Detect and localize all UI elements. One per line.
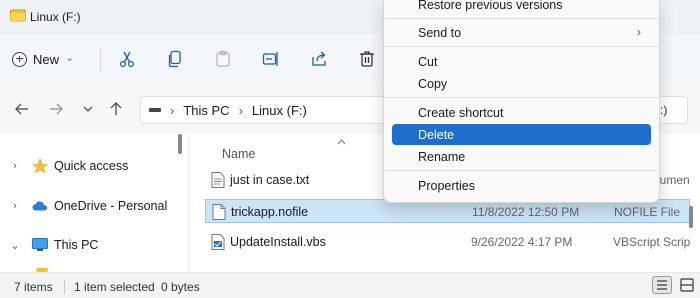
new-label: New [33,51,60,67]
breadcrumb-linux-drive[interactable]: Linux (F:) [252,103,307,118]
chevron-down-icon: ⌄ [65,51,75,64]
sort-up-icon [337,137,346,147]
arrow-right-icon [50,103,63,115]
copy-button[interactable] [163,47,187,71]
column-header-name[interactable]: Name [222,147,255,161]
text-file-icon [211,172,225,188]
window-title: Linux (F:) [30,10,81,24]
paste-button[interactable] [211,47,235,71]
file-name: just in case.txt [230,173,310,187]
tiles-view-icon [680,278,694,292]
menu-separator [385,170,658,171]
navigation-pane: › Quick access › OneDrive - Personal ⌄ T… [0,134,188,272]
menu-item-rename[interactable]: Rename [392,146,651,167]
status-divider [64,280,65,294]
rename-button[interactable] [259,47,283,71]
menu-separator [385,18,658,19]
nav-item-this-pc[interactable]: ⌄ This PC [0,234,98,256]
up-button[interactable] [106,99,126,119]
paste-icon [216,50,230,67]
menu-item-delete[interactable]: Delete [392,124,651,145]
status-selected-count: 1 item selected [74,280,155,294]
chevron-right-icon[interactable]: › [8,200,22,212]
chevron-down-icon [83,106,93,112]
menu-separator [385,97,658,98]
nav-item-label: OneDrive - Personal [54,199,168,213]
back-button[interactable] [12,99,32,119]
file-type: NOFILE File [614,205,681,219]
nav-pane-scrollbar[interactable] [178,134,182,154]
menu-item-properties[interactable]: Properties [392,175,651,196]
file-name: trickapp.nofile [231,205,309,219]
status-item-count: 7 items [14,280,53,294]
menu-item-copy[interactable]: Copy [392,73,651,94]
status-bar: 7 items 1 item selected 0 bytes [0,272,700,298]
status-selected-size: 0 bytes [161,280,200,294]
menu-item-cut[interactable]: Cut [392,51,651,72]
new-button[interactable]: New ⌄ [12,47,74,71]
file-row[interactable]: UpdateInstall.vbs 9/26/2022 4:17 PM VBSc… [205,230,690,254]
nav-item-label: This PC [54,238,99,252]
delete-button[interactable] [355,47,379,71]
copy-icon [168,50,181,68]
share-icon [312,51,326,66]
scissors-icon [119,51,135,68]
nav-item-quick-access[interactable]: › Quick access [0,155,128,177]
forward-button[interactable] [46,99,66,119]
nav-item-onedrive[interactable]: › OneDrive - Personal [0,195,167,217]
menu-item-send-to[interactable]: Send to › [392,22,651,43]
script-file-icon [211,234,225,250]
file-type: VBScript Script File [613,235,690,249]
pc-icon [149,108,161,112]
arrow-up-icon [110,102,122,115]
monitor-icon [32,237,48,253]
menu-item-restore-previous-versions[interactable]: Restore previous versions [392,0,651,15]
breadcrumb-this-pc[interactable]: This PC [183,103,229,118]
file-date: 11/8/2022 12:50 PM [472,205,580,219]
trash-icon [360,51,374,67]
recent-locations-button[interactable] [78,99,98,119]
nav-item-label: Quick access [54,159,129,173]
details-view-icon [657,280,667,290]
rename-icon [262,52,278,66]
context-menu: Restore previous versions Send to › Cut C… [383,0,660,203]
star-icon [32,158,48,174]
file-date: 9/26/2022 4:17 PM [471,235,573,249]
arrow-left-icon [15,103,28,115]
menu-separator [385,46,658,47]
breadcrumb-separator: › [238,102,243,118]
generic-file-icon [212,204,226,220]
tiles-view-button[interactable] [678,276,696,294]
chevron-right-icon[interactable]: › [8,160,22,172]
plus-icon [12,51,27,67]
chevron-down-icon[interactable]: ⌄ [8,239,22,252]
details-view-button[interactable] [652,276,672,294]
file-list-scrollbar[interactable] [689,206,693,228]
chevron-right-icon: › [637,25,641,39]
cloud-icon [32,198,48,214]
cut-button[interactable] [115,47,139,71]
menu-item-create-shortcut[interactable]: Create shortcut [392,102,651,123]
file-name: UpdateInstall.vbs [230,235,326,249]
drive-icon [10,9,26,22]
breadcrumb-separator: › [170,102,175,118]
share-button[interactable] [307,47,331,71]
toolbar-divider [100,48,101,72]
